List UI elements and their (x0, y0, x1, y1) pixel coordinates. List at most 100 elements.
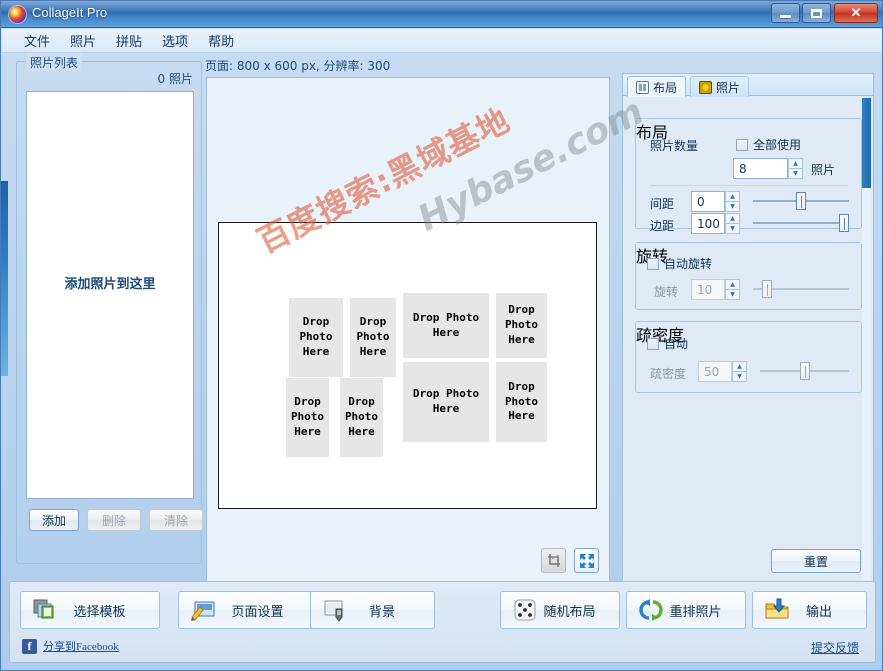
use-all-checkbox[interactable]: 全部使用 (736, 136, 801, 153)
background-button[interactable]: 背景 (310, 591, 435, 629)
menu-photo[interactable]: 照片 (60, 29, 106, 52)
facebook-share-link[interactable]: 分享到Facebook (43, 638, 119, 654)
collage-cell[interactable]: Drop Photo Here (350, 298, 396, 377)
facebook-share[interactable]: f 分享到Facebook (22, 638, 119, 654)
random-layout-button[interactable]: 随机布局 (500, 591, 620, 629)
margin-slider[interactable] (753, 214, 849, 232)
density-stepper-down[interactable]: ▼ (732, 371, 747, 382)
title-bar: CollageIt Pro ✕ (1, 1, 882, 28)
collage-cell-label: Drop Photo Here (344, 395, 379, 438)
crop-icon[interactable] (541, 548, 566, 573)
rotate-slider-thumb[interactable] (762, 280, 772, 298)
tab-layout[interactable]: 布局 (627, 76, 687, 97)
menu-collage[interactable]: 拼贴 (106, 29, 152, 52)
export-label: 输出 (805, 604, 832, 620)
collage-cell[interactable]: Drop Photo Here (403, 293, 489, 358)
settings-panel-scrollbar[interactable] (862, 98, 871, 581)
rotate-stepper[interactable]: ▲ ▼ (725, 279, 740, 300)
spacing-input[interactable]: 0 (691, 191, 725, 212)
application-window: CollageIt Pro ✕ 文件 照片 拼贴 选项 帮助 照片列表 0 照片… (0, 0, 883, 671)
layout-settings-group: 布局 照片数量 全部使用 8 ▲ ▼ 照片 间距 0 ▲ ▼ 边距 100 ▲ … (635, 118, 862, 234)
photo-count-stepper-up[interactable]: ▲ (788, 158, 803, 168)
close-button[interactable]: ✕ (834, 3, 878, 23)
collage-cell[interactable]: Drop Photo Here (403, 362, 489, 442)
delete-photo-button[interactable]: 删除 (87, 509, 141, 531)
collage-cell[interactable]: Drop Photo Here (496, 362, 547, 442)
rotate-stepper-up[interactable]: ▲ (725, 279, 740, 289)
auto-density-checkbox[interactable]: 自动 (647, 335, 688, 352)
feedback-link[interactable]: 提交反馈 (811, 639, 859, 656)
settings-scrollbar-thumb[interactable] (862, 98, 871, 188)
minimize-button[interactable] (771, 3, 800, 23)
menu-bar: 文件 照片 拼贴 选项 帮助 (2, 29, 882, 53)
auto-rotate-checkbox-box (647, 257, 659, 270)
page-setup-label: 页面设置 (231, 604, 284, 620)
settings-panel-body: 布局 照片数量 全部使用 8 ▲ ▼ 照片 间距 0 ▲ ▼ 边距 100 ▲ … (623, 96, 873, 583)
window-title: CollageIt Pro (32, 5, 108, 20)
photo-count-field-label: 照片数量 (650, 139, 699, 153)
page-setup-button[interactable]: 页面设置 (178, 591, 318, 629)
margin-slider-track (753, 222, 849, 224)
collage-cell-label: Drop Photo Here (290, 395, 325, 438)
density-slider[interactable] (760, 362, 849, 380)
fit-to-screen-icon[interactable] (574, 548, 599, 573)
rotate-settings-group: 旋转 自动旋转 旋转 10 ▲ ▼ (635, 242, 862, 310)
add-photo-button[interactable]: 添加 (29, 509, 79, 531)
reset-button[interactable]: 重置 (771, 549, 861, 573)
maximize-button[interactable] (802, 3, 831, 23)
rotate-slider[interactable] (753, 280, 849, 298)
choose-template-button[interactable]: 选择模板 (20, 591, 160, 629)
auto-rotate-checkbox[interactable]: 自动旋转 (647, 255, 712, 272)
page-setup-icon (190, 597, 216, 623)
margin-slider-thumb[interactable] (839, 214, 849, 232)
margin-stepper-up[interactable]: ▲ (725, 213, 740, 223)
page-info-label: 页面: 800 x 600 px, 分辨率: 300 (205, 59, 391, 73)
collage-cell[interactable]: Drop Photo Here (340, 378, 383, 457)
rotate-label: 旋转 (654, 285, 679, 299)
background-icon (322, 597, 348, 623)
margin-label: 边距 (650, 219, 675, 233)
rearrange-photos-label: 重排照片 (669, 604, 722, 620)
spacing-stepper-down[interactable]: ▼ (725, 201, 740, 212)
collage-cell-label: Drop Photo Here (504, 303, 539, 346)
collage-canvas[interactable]: Drop Photo Here Drop Photo Here Drop Photo… (218, 222, 597, 509)
dice-icon (512, 597, 538, 623)
collage-cell[interactable]: Drop Photo Here (289, 298, 343, 377)
rotate-input[interactable]: 10 (691, 279, 725, 300)
photo-list-group: 照片列表 0 照片 添加照片到这里 添加 删除 清除 (16, 54, 203, 564)
photo-icon (699, 80, 712, 94)
spacing-slider[interactable] (753, 192, 849, 210)
margin-stepper[interactable]: ▲ ▼ (725, 213, 740, 234)
photo-count-stepper[interactable]: ▲ ▼ (788, 158, 803, 179)
collage-cell[interactable]: Drop Photo Here (496, 293, 547, 358)
rotate-stepper-down[interactable]: ▼ (725, 289, 740, 300)
density-stepper-up[interactable]: ▲ (732, 361, 747, 371)
density-input[interactable]: 50 (698, 361, 732, 382)
refresh-arrows-icon (638, 597, 664, 623)
density-slider-thumb[interactable] (800, 362, 810, 380)
menu-options[interactable]: 选项 (152, 29, 198, 52)
layout-icon (636, 80, 649, 94)
clear-photos-button[interactable]: 清除 (149, 509, 203, 531)
photo-count-stepper-down[interactable]: ▼ (788, 168, 803, 179)
preview-area[interactable]: Drop Photo Here Drop Photo Here Drop Photo… (206, 77, 610, 582)
photo-list-dropzone[interactable]: 添加照片到这里 (26, 91, 194, 499)
collage-cell[interactable]: Drop Photo Here (286, 378, 329, 457)
rearrange-photos-button[interactable]: 重排照片 (626, 591, 746, 629)
spacing-stepper-up[interactable]: ▲ (725, 191, 740, 201)
density-settings-group: 疏密度 自动 疏密度 50 ▲ ▼ (635, 321, 862, 393)
export-folder-icon (764, 597, 790, 623)
auto-rotate-checkbox-label: 自动旋转 (664, 257, 713, 271)
spacing-stepper[interactable]: ▲ ▼ (725, 191, 740, 212)
spacing-slider-thumb[interactable] (796, 192, 806, 210)
use-all-checkbox-label: 全部使用 (753, 138, 802, 152)
photo-count-input[interactable]: 8 (733, 158, 788, 179)
density-stepper[interactable]: ▲ ▼ (732, 361, 747, 382)
minimize-icon (780, 14, 791, 18)
export-button[interactable]: 输出 (752, 591, 867, 629)
margin-input[interactable]: 100 (691, 213, 725, 234)
menu-file[interactable]: 文件 (14, 29, 60, 52)
tab-photo[interactable]: 照片 (690, 76, 750, 97)
margin-stepper-down[interactable]: ▼ (725, 223, 740, 234)
menu-help[interactable]: 帮助 (198, 29, 244, 52)
